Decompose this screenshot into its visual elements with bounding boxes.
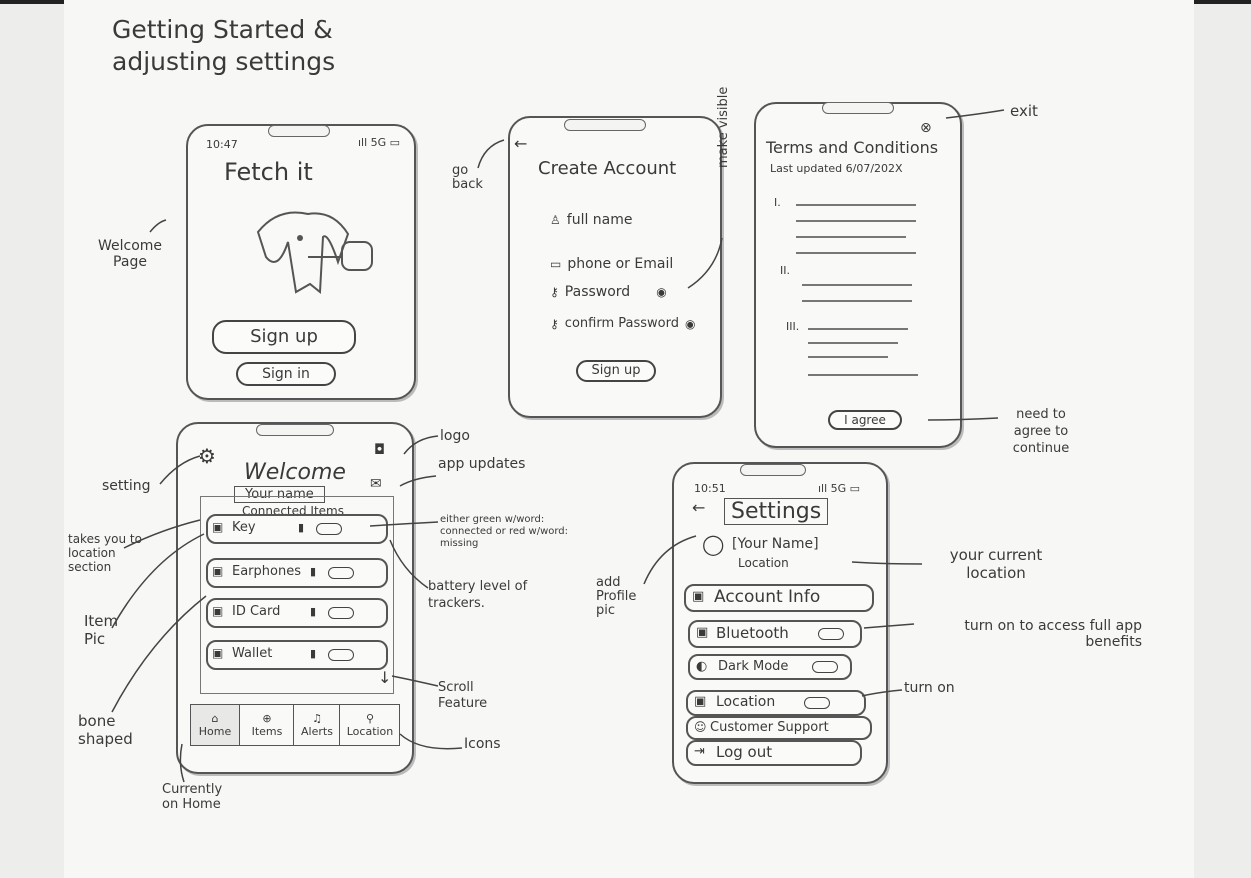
arrow-scroll <box>391 675 439 687</box>
arrow-welcome <box>149 219 167 233</box>
arrow-bone <box>111 595 207 713</box>
arrow-app-updates <box>399 475 437 487</box>
arrow-current-location <box>851 561 923 565</box>
arrow-go-back <box>477 139 505 169</box>
arrow-icons <box>399 733 463 750</box>
arrow-setting <box>159 455 201 485</box>
arrow-make-visible <box>687 237 723 289</box>
arrow-item-pic <box>111 533 205 629</box>
arrow-either <box>369 521 439 527</box>
annotation-arrows <box>111 109 1005 783</box>
arrow-logo <box>403 435 439 455</box>
arrow-turn-on <box>861 689 903 697</box>
arrow-turn-on-access <box>863 623 915 629</box>
arrow-home <box>179 743 185 783</box>
arrow-agree <box>927 417 999 421</box>
arrow-exit <box>945 109 1005 119</box>
arrow-battery <box>389 539 429 589</box>
arrow-location-section <box>123 519 201 549</box>
arrow-profile-pic <box>643 535 697 585</box>
